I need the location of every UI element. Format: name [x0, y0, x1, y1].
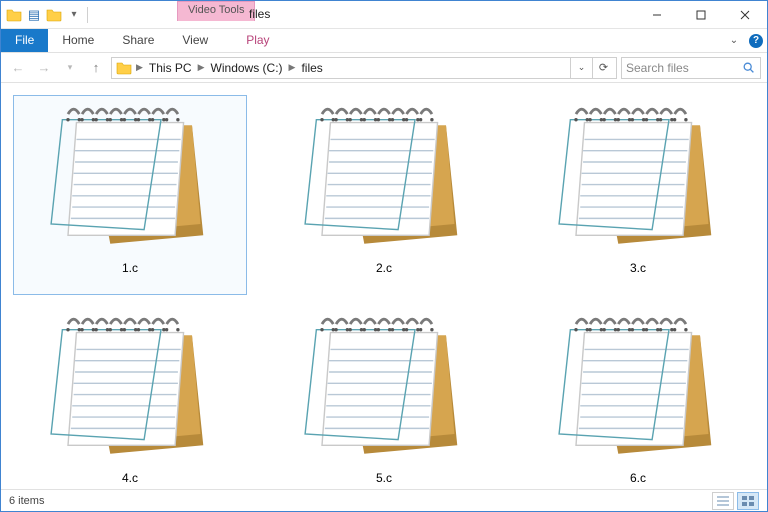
context-tab-header: Video Tools — [177, 1, 255, 21]
address-bar[interactable]: ▶ This PC ▶ Windows (C:) ▶ files ⌄ ⟳ — [111, 57, 617, 79]
file-item[interactable]: 6.c — [521, 305, 755, 489]
folder-icon — [5, 6, 23, 24]
file-item[interactable]: 5.c — [267, 305, 501, 489]
notepad-file-icon — [553, 100, 723, 255]
quick-access-toolbar: ▤ ▾ — [1, 6, 94, 24]
status-bar: 6 items — [1, 489, 767, 511]
title-bar: ▤ ▾ Video Tools files — [1, 1, 767, 29]
qat-customize-icon[interactable]: ▾ — [65, 6, 83, 24]
address-bar-row: ← → ▾ ↑ ▶ This PC ▶ Windows (C:) ▶ files… — [1, 53, 767, 83]
item-count: 6 items — [9, 495, 44, 507]
divider — [87, 7, 88, 23]
file-name: 6.c — [630, 471, 646, 485]
breadcrumb-segment[interactable]: This PC — [145, 61, 196, 75]
maximize-button[interactable] — [679, 1, 723, 28]
notepad-file-icon — [299, 100, 469, 255]
minimize-button[interactable] — [635, 1, 679, 28]
notepad-file-icon — [299, 310, 469, 465]
breadcrumb-segment[interactable]: files — [297, 61, 326, 75]
refresh-button[interactable]: ⟳ — [592, 58, 614, 78]
details-view-button[interactable] — [712, 492, 734, 510]
chevron-right-icon[interactable]: ▶ — [287, 62, 298, 73]
file-tab[interactable]: File — [1, 29, 48, 52]
file-item[interactable]: 3.c — [521, 95, 755, 295]
properties-icon[interactable]: ▤ — [25, 6, 43, 24]
window-controls — [635, 1, 767, 28]
address-dropdown-button[interactable]: ⌄ — [570, 58, 592, 78]
breadcrumb-segment[interactable]: Windows (C:) — [207, 61, 287, 75]
tab-play[interactable]: Play — [232, 29, 283, 52]
file-item[interactable]: 4.c — [13, 305, 247, 489]
window-title: files — [249, 7, 270, 21]
help-button[interactable]: ? — [745, 29, 767, 52]
back-button[interactable]: ← — [7, 57, 29, 79]
file-name: 4.c — [122, 471, 138, 485]
help-icon: ? — [749, 34, 763, 48]
forward-button[interactable]: → — [33, 57, 55, 79]
file-name: 5.c — [376, 471, 392, 485]
ribbon-tabs: File Home Share View Play ⌄ ? — [1, 29, 767, 53]
close-button[interactable] — [723, 1, 767, 28]
tab-share[interactable]: Share — [108, 29, 168, 52]
file-name: 3.c — [630, 261, 646, 275]
file-name: 2.c — [376, 261, 392, 275]
file-item[interactable]: 2.c — [267, 95, 501, 295]
file-name: 1.c — [122, 261, 138, 275]
up-button[interactable]: ↑ — [85, 57, 107, 79]
new-folder-icon[interactable] — [45, 6, 63, 24]
explorer-window: ▤ ▾ Video Tools files File Home Share Vi… — [0, 0, 768, 512]
large-icons-view-button[interactable] — [737, 492, 759, 510]
notepad-file-icon — [45, 310, 215, 465]
recent-locations-button[interactable]: ▾ — [59, 57, 81, 79]
ribbon-expand-icon[interactable]: ⌄ — [723, 29, 745, 52]
file-list[interactable]: 1.c 2.c 3.c 4.c 5.c 6.c — [1, 83, 767, 489]
notepad-file-icon — [553, 310, 723, 465]
search-box[interactable]: Search files — [621, 57, 761, 79]
location-folder-icon — [116, 60, 132, 76]
tab-home[interactable]: Home — [48, 29, 108, 52]
tab-view[interactable]: View — [168, 29, 222, 52]
notepad-file-icon — [45, 100, 215, 255]
search-icon — [740, 61, 758, 75]
chevron-right-icon[interactable]: ▶ — [134, 62, 145, 73]
file-item[interactable]: 1.c — [13, 95, 247, 295]
chevron-right-icon[interactable]: ▶ — [196, 62, 207, 73]
search-placeholder: Search files — [626, 61, 689, 75]
